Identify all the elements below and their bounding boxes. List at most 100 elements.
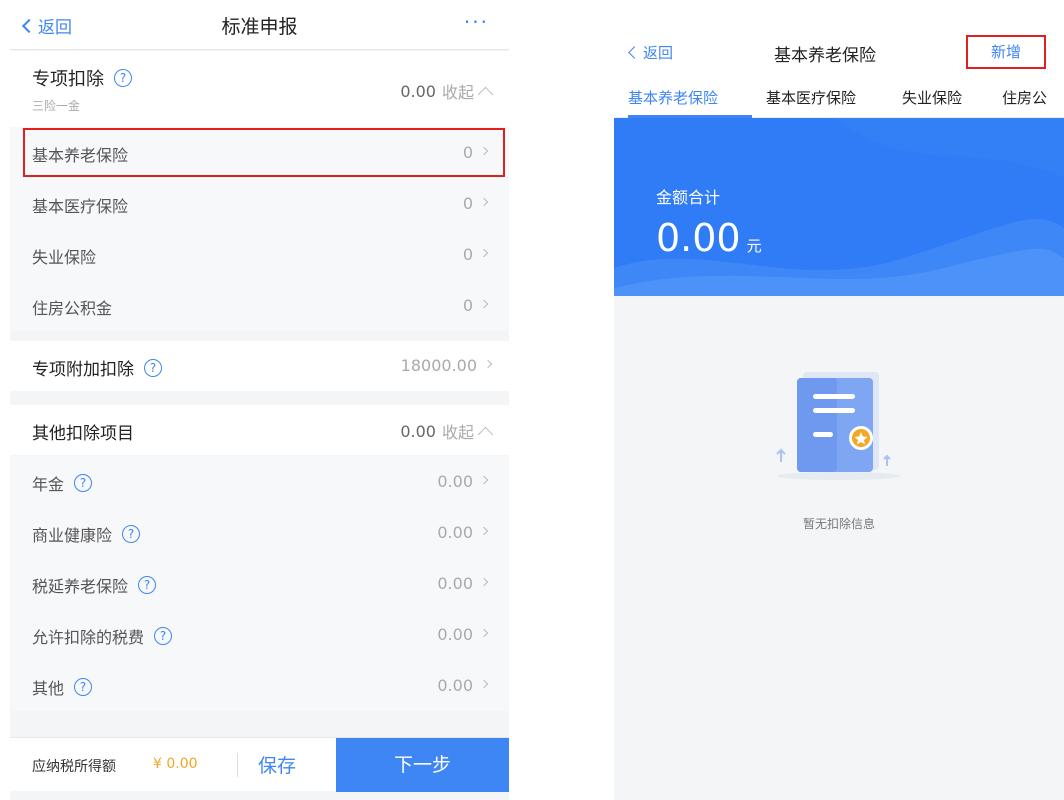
highlight-box bbox=[23, 128, 505, 177]
taxable-income-label: 应纳税所得额 bbox=[32, 759, 116, 775]
add-button[interactable]: 新增 bbox=[966, 35, 1046, 69]
total-amount-value: 0.00 bbox=[656, 216, 741, 260]
other-deduction-title: 其他扣除项目 bbox=[32, 424, 134, 444]
chevron-right-icon bbox=[479, 679, 489, 689]
row-value: 0.00 bbox=[437, 676, 489, 695]
row-value-text: 0.00 bbox=[437, 523, 473, 542]
row-value-text: 0.00 bbox=[437, 472, 473, 491]
amount-banner: 金额合计 0.00 元 bbox=[614, 118, 1064, 296]
list-item-other[interactable]: 其他? 0.00 bbox=[10, 660, 509, 711]
row-value-text: 0.00 bbox=[437, 676, 473, 695]
empty-state-text: 暂无扣除信息 bbox=[802, 517, 875, 531]
nav-bar: 返回 基本养老保险 新增 bbox=[614, 0, 1064, 80]
row-label-text: 允许扣除的税费 bbox=[32, 628, 145, 647]
special-additional-row[interactable]: 专项附加扣除 ? 18000.00 bbox=[10, 341, 509, 391]
back-button[interactable]: 返回 bbox=[628, 42, 673, 63]
chevron-left-icon bbox=[628, 46, 641, 59]
other-deduction-summary: 0.00 收起 bbox=[400, 419, 494, 443]
row-value-text: 0 bbox=[462, 296, 473, 315]
row-label: 住房公积金 bbox=[32, 299, 113, 318]
row-value: 0.00 bbox=[437, 574, 489, 593]
special-additional-amount: 18000.00 bbox=[400, 356, 477, 375]
more-button[interactable]: ··· bbox=[464, 10, 489, 34]
left-screen: 返回 标准申报 ··· 专项扣除 ? 三险一金 0.00 收起 基本养老保险 0… bbox=[10, 0, 509, 800]
list-item-housing-fund[interactable]: 住房公积金 0 bbox=[10, 280, 509, 331]
special-deduction-header[interactable]: 专项扣除 ? 三险一金 0.00 收起 bbox=[10, 51, 509, 127]
tab-medical[interactable]: 基本医疗保险 bbox=[766, 87, 856, 108]
special-additional-title: 专项附加扣除 ? bbox=[32, 355, 162, 380]
row-label: 商业健康险? bbox=[32, 522, 141, 546]
taxable-income-value: ¥ 0.00 bbox=[153, 756, 198, 772]
question-circle-icon[interactable]: ? bbox=[74, 678, 93, 696]
special-deduction-title: 专项扣除 ? bbox=[32, 65, 132, 91]
row-value: 0 bbox=[462, 296, 489, 315]
total-amount-unit: 元 bbox=[746, 237, 762, 255]
chevron-right-icon bbox=[483, 359, 493, 369]
special-deduction-amount: 0.00 bbox=[400, 81, 436, 101]
save-button[interactable]: 保存 bbox=[258, 751, 296, 778]
row-label-text: 商业健康险 bbox=[32, 526, 113, 545]
row-value-text: 0.00 bbox=[437, 625, 473, 644]
row-label-text: 其他 bbox=[32, 679, 65, 698]
special-deduction-subtitle: 三险一金 bbox=[32, 99, 81, 113]
row-label: 基本医疗保险 bbox=[32, 197, 129, 216]
question-circle-icon[interactable]: ? bbox=[154, 627, 173, 645]
tab-pension[interactable]: 基本养老保险 bbox=[628, 87, 718, 108]
question-circle-icon[interactable]: ? bbox=[144, 358, 162, 377]
row-value-text: 0 bbox=[462, 245, 473, 264]
question-circle-icon[interactable]: ? bbox=[122, 525, 141, 543]
next-step-button[interactable]: 下一步 bbox=[336, 738, 509, 792]
list-item-health-insurance[interactable]: 商业健康险? 0.00 bbox=[10, 507, 509, 558]
tab-bar: 基本养老保险 基本医疗保险 失业保险 住房公 bbox=[614, 80, 1064, 118]
list-item-unemployment[interactable]: 失业保险 0 bbox=[10, 229, 509, 280]
chevron-up-icon bbox=[477, 426, 494, 442]
chevron-right-icon bbox=[479, 526, 489, 536]
special-additional-title-text: 专项附加扣除 bbox=[32, 360, 134, 380]
row-label-text: 年金 bbox=[32, 475, 65, 494]
special-additional-value: 18000.00 bbox=[400, 356, 493, 375]
row-value: 0 bbox=[462, 245, 489, 264]
row-value: 0.00 bbox=[437, 472, 489, 491]
chevron-right-icon bbox=[479, 628, 489, 638]
tab-housing-fund[interactable]: 住房公 bbox=[1002, 87, 1047, 108]
chevron-right-icon bbox=[479, 475, 489, 485]
chevron-right-icon bbox=[479, 299, 489, 309]
row-label: 其他? bbox=[32, 675, 93, 699]
other-deduction-header[interactable]: 其他扣除项目 0.00 收起 bbox=[10, 405, 509, 455]
row-label: 允许扣除的税费? bbox=[32, 624, 173, 648]
row-label: 失业保险 bbox=[32, 248, 97, 267]
row-label-text: 税延养老保险 bbox=[32, 577, 129, 596]
row-value-text: 0 bbox=[462, 194, 473, 213]
question-circle-icon[interactable]: ? bbox=[138, 576, 157, 594]
special-deduction-summary: 0.00 收起 bbox=[400, 79, 494, 103]
list-item-tax-deferred-pension[interactable]: 税延养老保险? 0.00 bbox=[10, 558, 509, 609]
row-value: 0.00 bbox=[437, 625, 489, 644]
page-title: 基本养老保险 bbox=[774, 46, 876, 66]
divider bbox=[237, 753, 238, 777]
chevron-up-icon bbox=[477, 86, 494, 102]
row-value: 0 bbox=[462, 194, 489, 213]
chevron-right-icon bbox=[479, 577, 489, 587]
other-deduction-amount: 0.00 bbox=[400, 421, 436, 441]
row-label: 税延养老保险? bbox=[32, 573, 157, 597]
bottom-bar: 应纳税所得额 ¥ 0.00 保存 下一步 bbox=[10, 737, 509, 792]
list-item-deductible-tax[interactable]: 允许扣除的税费? 0.00 bbox=[10, 609, 509, 660]
special-deduction-title-text: 专项扣除 bbox=[32, 69, 104, 90]
row-label: 年金? bbox=[32, 471, 93, 495]
collapse-toggle[interactable]: 收起 bbox=[442, 79, 474, 103]
nav-bar: 返回 标准申报 ··· bbox=[10, 0, 509, 50]
right-screen: 返回 基本养老保险 新增 基本养老保险 基本医疗保险 失业保险 住房公 金额合计… bbox=[614, 0, 1064, 800]
list-item-medical[interactable]: 基本医疗保险 0 bbox=[10, 178, 509, 229]
collapse-toggle[interactable]: 收起 bbox=[442, 419, 474, 443]
tab-unemployment[interactable]: 失业保险 bbox=[902, 87, 962, 108]
chevron-right-icon bbox=[479, 248, 489, 258]
row-value: 0.00 bbox=[437, 523, 489, 542]
question-circle-icon[interactable]: ? bbox=[114, 69, 132, 87]
row-value-text: 0.00 bbox=[437, 574, 473, 593]
question-circle-icon[interactable]: ? bbox=[74, 474, 93, 492]
total-amount: 0.00 元 bbox=[656, 216, 762, 260]
list-item-annuity[interactable]: 年金? 0.00 bbox=[10, 456, 509, 507]
page-title: 标准申报 bbox=[221, 16, 298, 38]
total-amount-label: 金额合计 bbox=[656, 188, 721, 207]
document-empty-icon bbox=[776, 372, 901, 480]
